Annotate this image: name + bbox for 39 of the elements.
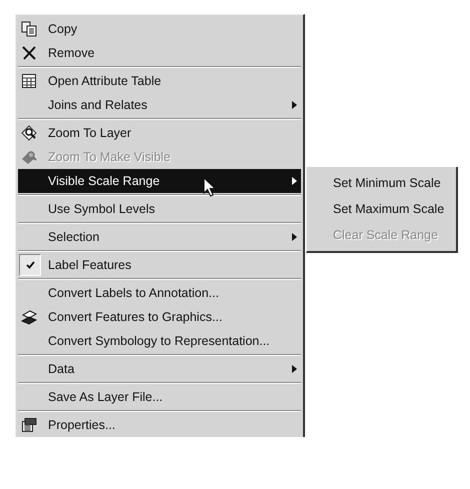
submenu-item[interactable]: Set Maximum Scale xyxy=(309,196,454,222)
menu-item-label: Zoom To Layer xyxy=(48,124,132,142)
menu-item-label: Copy xyxy=(48,20,78,38)
menu-item[interactable]: Remove xyxy=(18,41,301,65)
menu-item-label: Open Attribute Table xyxy=(48,72,162,90)
table-icon xyxy=(21,73,37,89)
copy-icon xyxy=(21,21,37,37)
menu-item-label: Use Symbol Levels xyxy=(48,200,155,218)
properties-icon xyxy=(21,417,37,433)
menu-item-label: Save As Layer File... xyxy=(48,388,163,406)
menu-item[interactable]: Convert Features to Graphics... xyxy=(18,305,301,329)
menu-item[interactable]: Convert Labels to Annotation... xyxy=(18,281,301,305)
menu-item[interactable]: Copy xyxy=(18,17,301,41)
layers-icon xyxy=(21,309,37,325)
menu-item[interactable]: Zoom To Layer xyxy=(18,121,301,145)
menu-item[interactable]: Open Attribute Table xyxy=(18,69,301,93)
menu-item[interactable]: Save As Layer File... xyxy=(18,385,301,409)
menu-item[interactable]: Properties... xyxy=(18,413,301,437)
menu-item-label: Properties... xyxy=(48,416,116,434)
menu-item-label: Convert Features to Graphics... xyxy=(48,308,222,326)
menu-item-label: Visible Scale Range xyxy=(48,172,160,190)
menu-item[interactable]: Label Features xyxy=(18,253,301,277)
menu-item[interactable]: Joins and Relates xyxy=(18,93,301,117)
magnifier-icon xyxy=(21,149,37,165)
menu-item-label: Label Features xyxy=(48,256,132,274)
menu-item[interactable]: Use Symbol Levels xyxy=(18,197,301,221)
menu-item-label: Convert Labels to Annotation... xyxy=(48,284,219,302)
menu-item-label: Data xyxy=(48,360,74,378)
menu-item[interactable]: Convert Symbology to Representation... xyxy=(18,329,301,353)
magnifier-icon xyxy=(21,125,37,141)
menu-item[interactable]: Selection xyxy=(18,225,301,249)
menu-item-label: Selection xyxy=(48,228,100,246)
menu-item-label: Convert Symbology to Representation... xyxy=(48,332,270,350)
submenu-item[interactable]: Set Minimum Scale xyxy=(309,170,454,196)
menu-item-label: Joins and Relates xyxy=(48,96,148,114)
menu-item[interactable]: Data xyxy=(18,357,301,381)
menu-item-label: Zoom To Make Visible xyxy=(48,148,171,166)
menu-item-label: Remove xyxy=(48,44,95,62)
close-icon xyxy=(21,45,37,61)
